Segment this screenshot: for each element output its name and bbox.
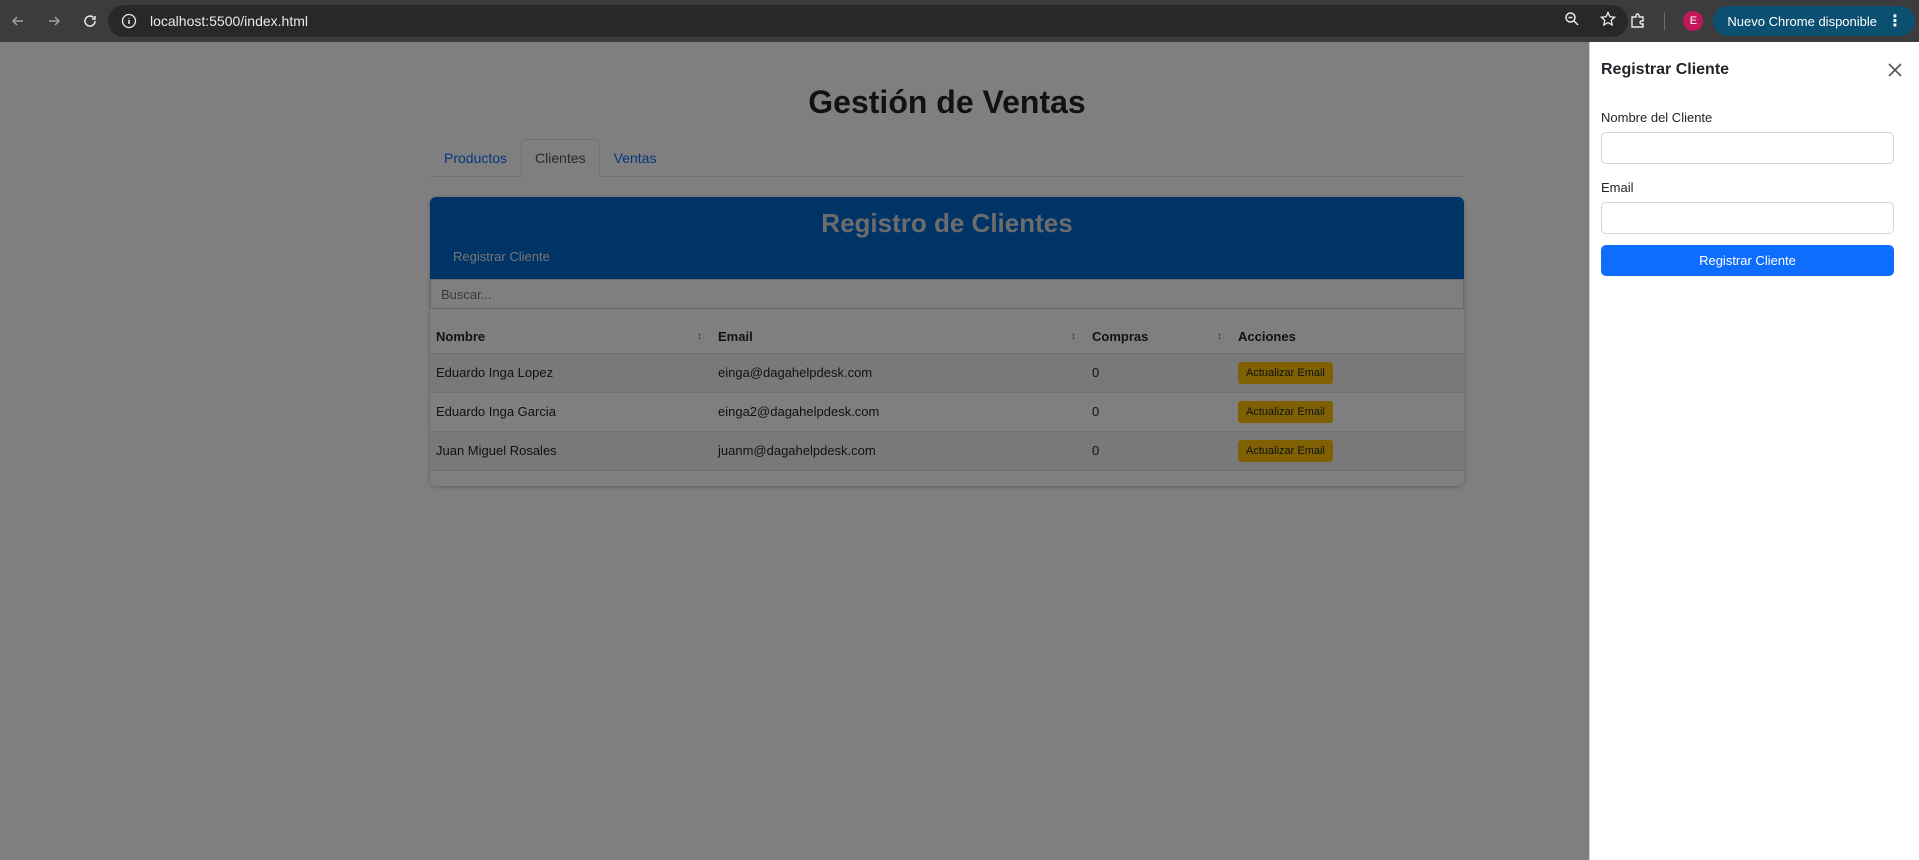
site-info-icon[interactable] [114,13,144,29]
submit-register-button[interactable]: Registrar Cliente [1601,245,1894,276]
toolbar-divider [1664,12,1666,30]
more-menu-icon[interactable]: ⋮ [1887,11,1903,31]
back-icon[interactable] [0,3,36,39]
name-label: Nombre del Cliente [1601,110,1713,125]
client-email-field[interactable] [1601,202,1894,234]
reload-icon[interactable] [72,3,108,39]
chrome-update-button[interactable]: Nuevo Chrome disponible ⋮ [1713,6,1915,36]
modal-backdrop[interactable] [0,42,1589,860]
panel-title: Registrar Cliente [1601,61,1730,78]
profile-avatar[interactable]: E [1683,11,1704,31]
update-label: Nuevo Chrome disponible [1727,13,1877,29]
browser-toolbar: localhost:5500/index.html E Nuevo Chrome… [0,0,1919,42]
client-name-field[interactable] [1601,132,1894,164]
extensions-icon[interactable] [1620,12,1656,30]
forward-icon[interactable] [36,3,72,39]
address-bar[interactable]: localhost:5500/index.html [108,5,1628,37]
url-text[interactable]: localhost:5500/index.html [150,13,308,29]
register-client-panel: Registrar Cliente Nombre del Cliente Ema… [1589,42,1919,860]
zoom-icon[interactable] [1564,11,1580,32]
email-label: Email [1601,180,1634,195]
close-icon[interactable] [1885,60,1905,80]
bookmark-star-icon[interactable] [1599,10,1617,32]
